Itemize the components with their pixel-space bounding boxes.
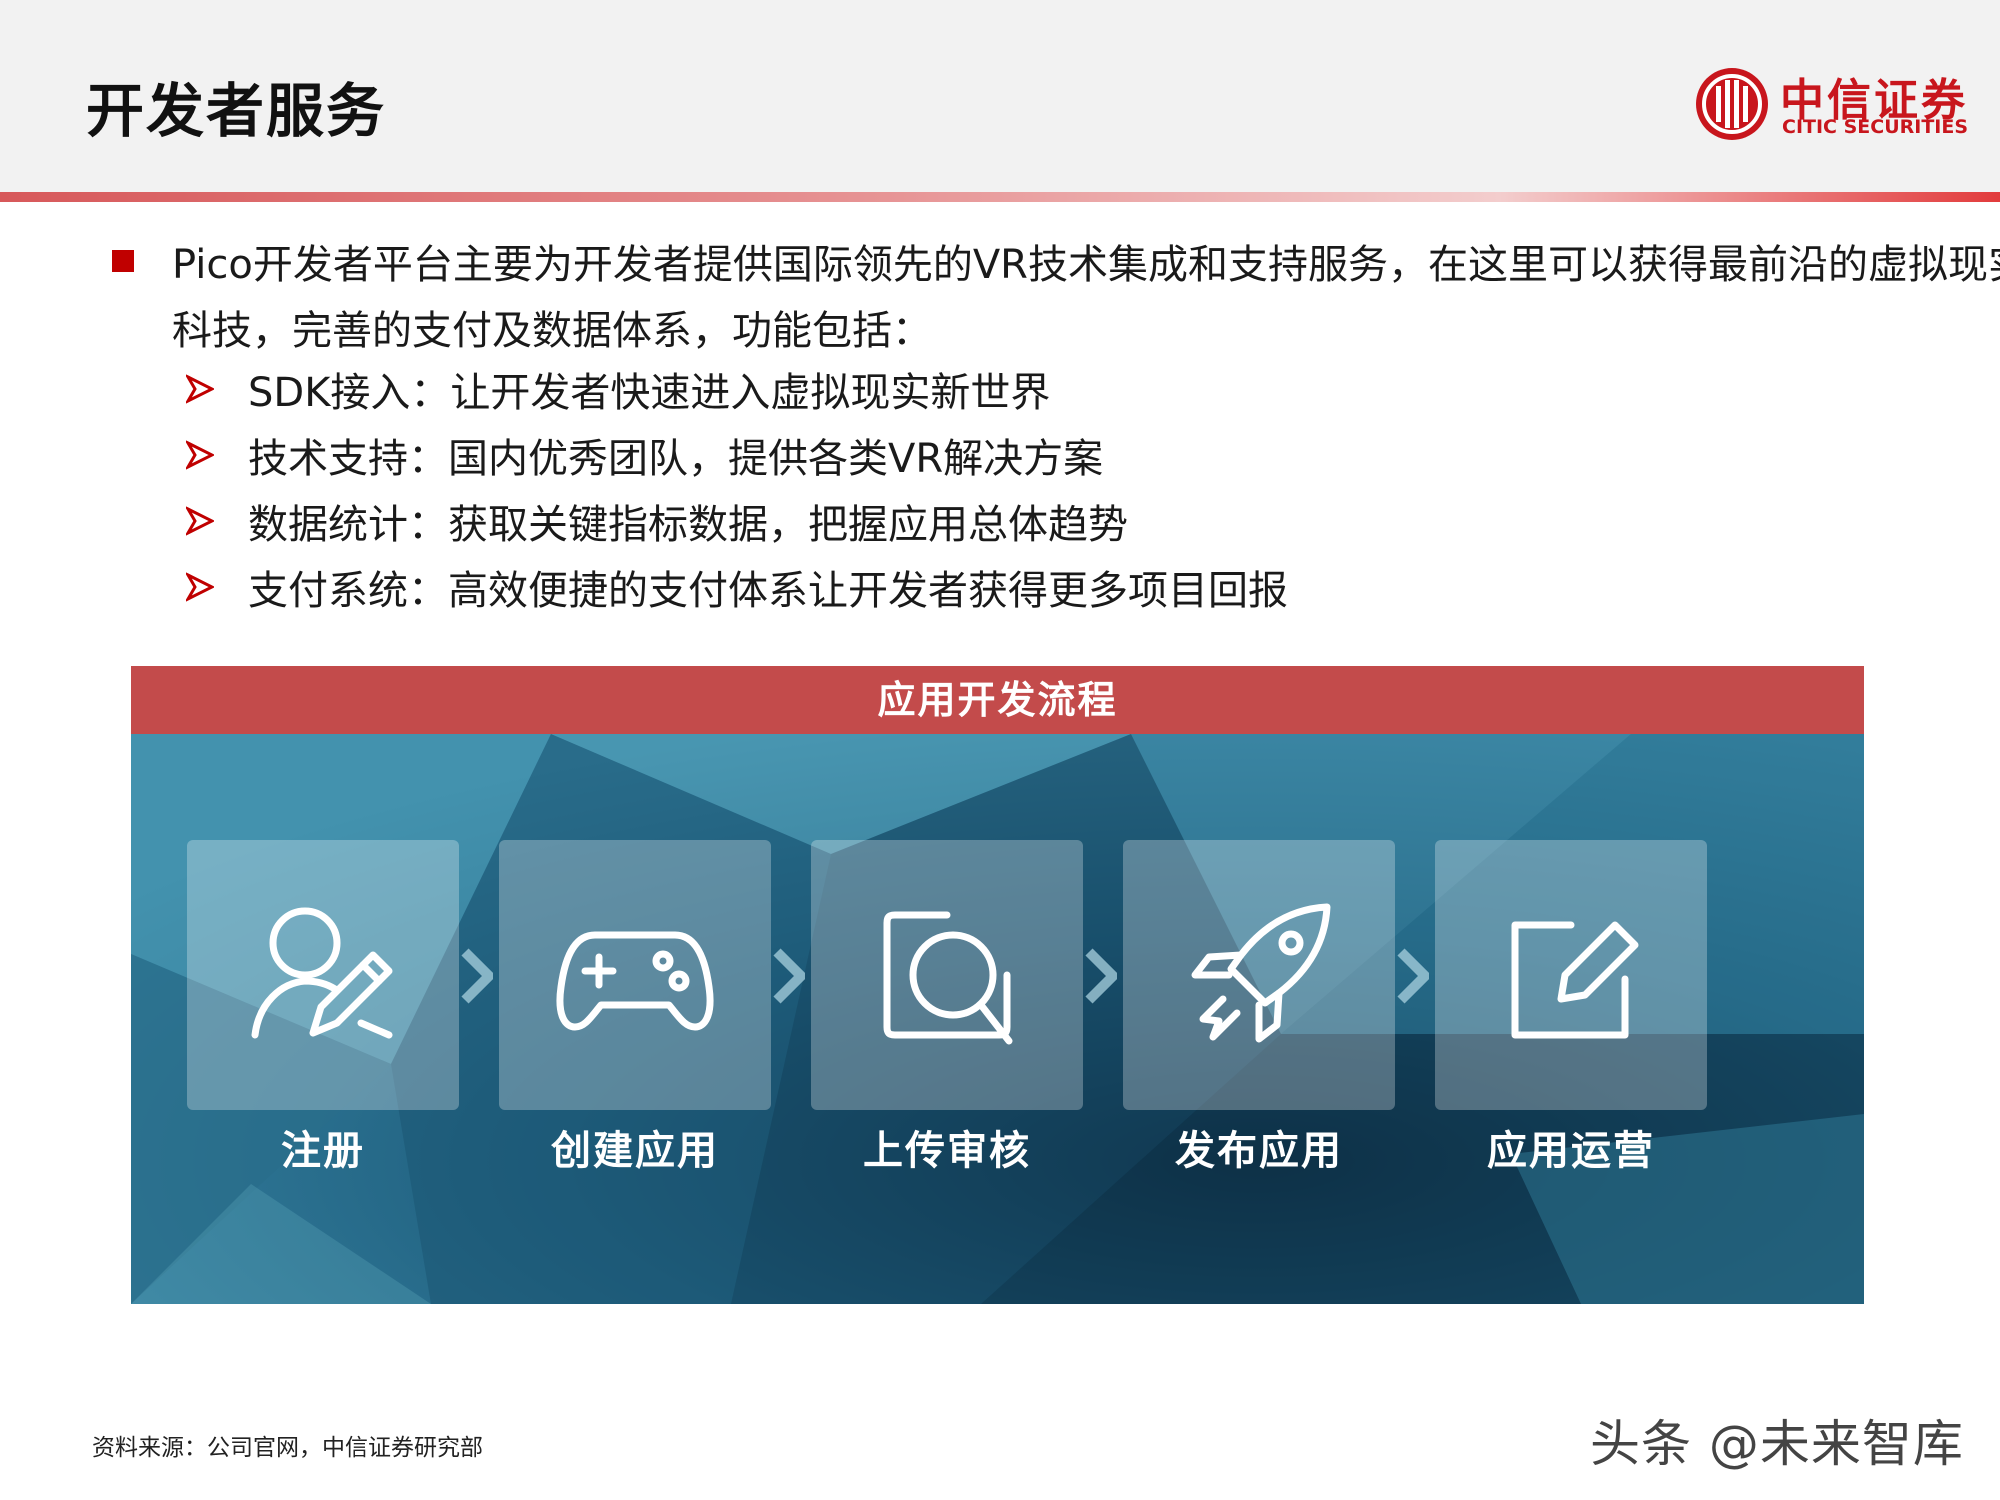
step-card-register — [187, 840, 459, 1110]
chevron-right-icon — [1085, 948, 1117, 1004]
arrow-bullet-icon — [186, 572, 214, 602]
chevron-right-icon — [773, 948, 805, 1004]
feature-text: SDK接入：让开发者快速进入虚拟现实新世界 — [248, 370, 1051, 416]
chevron-right-icon — [1397, 948, 1429, 1004]
step-label: 注册 — [281, 1128, 365, 1174]
process-panel-header: 应用开发流程 — [131, 666, 1864, 734]
citic-logo: 中信证券 CITIC SECURITIES — [1694, 62, 1968, 142]
step-label: 上传审核 — [863, 1128, 1031, 1174]
step-label: 创建应用 — [551, 1128, 719, 1174]
process-title: 应用开发流程 — [877, 678, 1118, 722]
rocket-icon — [1191, 903, 1331, 1043]
feature-text: 数据统计：获取关键指标数据，把握应用总体趋势 — [248, 502, 1128, 548]
step-label: 应用运营 — [1487, 1128, 1655, 1174]
feature-text: 技术支持：国内优秀团队，提供各类VR解决方案 — [248, 436, 1104, 482]
citic-logo-icon — [1696, 68, 1768, 140]
step-card-review — [811, 840, 1083, 1110]
arrow-bullet-icon — [186, 506, 214, 536]
slide-header: 开发者服务 中信证券 CITIC SECURITIES — [0, 0, 2000, 192]
step-card-create-app — [499, 840, 771, 1110]
step-label: 发布应用 — [1175, 1128, 1343, 1174]
arrow-bullet-icon — [186, 374, 214, 404]
edit-square-icon — [1511, 921, 1639, 1039]
intro-text: Pico开发者平台主要为开发者提供国际领先的VR技术集成和支持服务，在这里可以获… — [172, 242, 2000, 354]
page-title: 开发者服务 — [86, 77, 387, 145]
source-note: 资料来源：公司官网，中信证券研究部 — [92, 1435, 483, 1461]
square-bullet-icon — [112, 250, 134, 272]
user-edit-icon — [251, 907, 393, 1039]
logo-text-en: CITIC SECURITIES — [1782, 116, 1969, 138]
feature-text: 支付系统：高效便捷的支付体系让开发者获得更多项目回报 — [248, 568, 1288, 614]
gamepad-icon — [556, 931, 714, 1031]
process-panel: 应用开发流程 注册 创建应用 上传审核 发布应用 应用运营 — [131, 666, 1864, 1304]
step-card-operate — [1435, 840, 1707, 1110]
step-card-publish — [1123, 840, 1395, 1110]
arrow-bullet-icon — [186, 440, 214, 470]
search-review-icon — [883, 911, 1013, 1045]
watermark: 头条 @未来智库 — [1590, 1415, 1964, 1473]
chevron-right-icon — [461, 948, 493, 1004]
header-divider — [0, 192, 2000, 202]
